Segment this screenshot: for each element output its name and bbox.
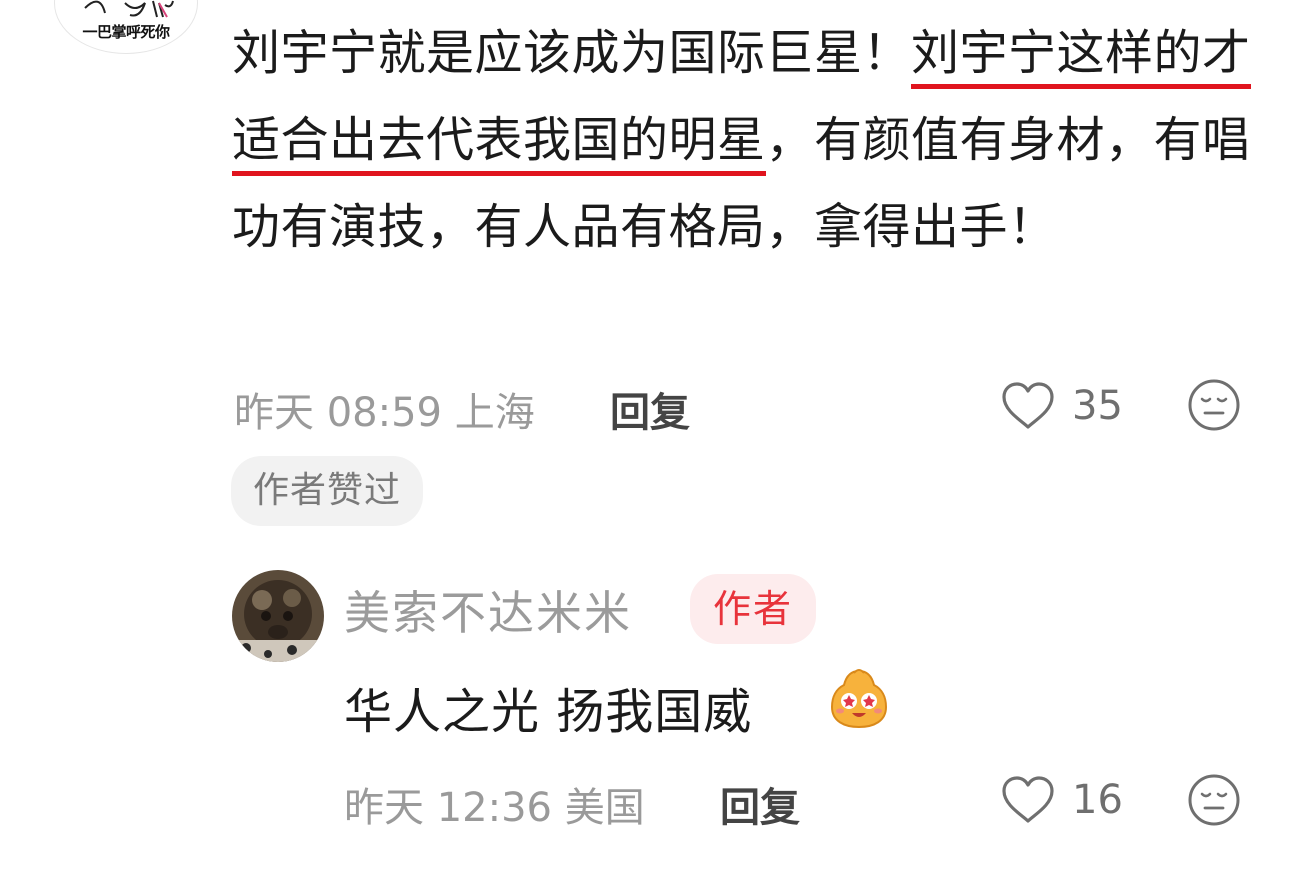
reply-reply-button[interactable]: 回复 bbox=[720, 775, 800, 833]
reply-like-button[interactable]: 16 bbox=[1000, 774, 1123, 826]
comment-meta: 昨天 08:59 上海 bbox=[234, 380, 535, 438]
commenter-avatar[interactable]: 一巴掌呼死你 bbox=[54, 0, 198, 54]
reply-time: 昨天 12:36 bbox=[344, 785, 552, 831]
reply-avatar[interactable] bbox=[232, 570, 324, 662]
comment-time: 昨天 08:59 bbox=[234, 390, 442, 436]
dog-avatar-image bbox=[232, 570, 324, 662]
comment-text: 刘宇宁就是应该成为国际巨星！刘宇宁这样的才适合出去代表我国的明星，有颜值有身材，… bbox=[232, 10, 1262, 271]
author-liked-badge: 作者赞过 bbox=[231, 456, 424, 526]
reply-location: 美国 bbox=[564, 785, 645, 831]
comment-location: 上海 bbox=[454, 390, 535, 436]
reply-username[interactable]: 美索不达米米 bbox=[344, 577, 632, 643]
reply-meta: 昨天 12:36 美国 bbox=[344, 775, 645, 833]
reply-text: 华人之光 扬我国威 bbox=[344, 684, 753, 740]
comment-text-part: 刘宇宁就是应该成为国际巨星！ bbox=[232, 25, 912, 81]
heart-outline-icon bbox=[1002, 382, 1054, 429]
avatar-caption: 一巴掌呼死你 bbox=[82, 23, 170, 41]
reply-like-count: 16 bbox=[1072, 777, 1123, 823]
expressionless-face-icon[interactable] bbox=[1186, 377, 1242, 433]
star-eyes-emoji-icon bbox=[830, 669, 888, 729]
expressionless-face-icon[interactable] bbox=[1186, 772, 1242, 828]
reply-button[interactable]: 回复 bbox=[610, 380, 690, 438]
author-badge: 作者 bbox=[690, 574, 816, 644]
like-button[interactable]: 35 bbox=[1000, 380, 1123, 432]
heart-outline-icon bbox=[1002, 776, 1054, 823]
like-count: 35 bbox=[1072, 383, 1123, 429]
